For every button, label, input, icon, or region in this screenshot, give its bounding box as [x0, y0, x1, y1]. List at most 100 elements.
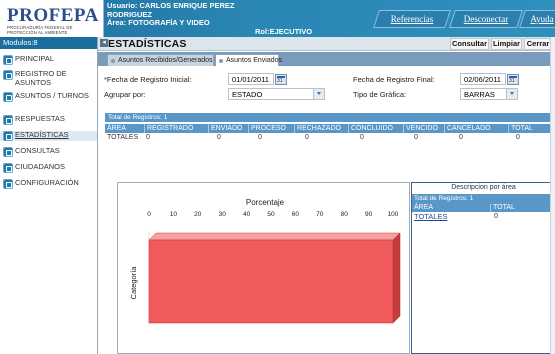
asuntos-icon [3, 92, 13, 102]
x-tick-label: 100 [388, 211, 399, 218]
fecha-inicial-label: *Fecha de Registro Inicial: [104, 75, 192, 84]
x-tick-label: 30 [219, 211, 227, 218]
scrollbar[interactable] [550, 37, 555, 354]
x-tick-label: 70 [316, 211, 324, 218]
tab-asuntos-enviados[interactable]: Asuntos Enviados [215, 54, 282, 66]
chevron-down-icon[interactable] [313, 89, 324, 99]
sidebar-item-label: CONFIGURACIÓN [15, 178, 79, 187]
x-tick-label: 40 [243, 211, 251, 218]
consultar-button[interactable]: Consultar [450, 38, 489, 50]
principal-icon [3, 55, 13, 65]
table-row: TOTALES 0 [412, 212, 555, 222]
chart-ylabel: Categoría [129, 266, 138, 300]
x-tick-label: 80 [341, 211, 349, 218]
main-content: ◂ ESTADÍSTICAS Consultar Limpiar Cerrar … [97, 37, 555, 354]
col-rechazado: RECHAZADO [294, 124, 341, 133]
sidebar-item-registro[interactable]: REGISTRO DE ASUNTOS [0, 69, 97, 87]
referencias-link[interactable]: Referencias [373, 10, 451, 28]
page-title: ESTADÍSTICAS [108, 38, 187, 50]
bar-top-face [148, 232, 401, 241]
x-tick-label: 0 [147, 211, 151, 218]
fecha-final-field[interactable]: 02/06/2011 [460, 73, 506, 85]
fecha-inicial-field[interactable]: 01/01/2011 [228, 73, 274, 85]
cell-rechazado: 0 [305, 134, 309, 141]
desconectar-label: Desconectar [463, 14, 509, 24]
cerrar-button[interactable]: Cerrar [524, 38, 552, 50]
col-registrado: REGISTRADO [144, 124, 193, 133]
sidebar-item-label: CIUDADANOS [15, 162, 66, 171]
x-tick-label: 90 [365, 211, 373, 218]
sidebar-item-configuracion[interactable]: CONFIGURACIÓN [0, 178, 97, 189]
sidebar-item-label: ESTADÍSTICAS [15, 130, 69, 139]
cell-total: 0 [516, 134, 520, 141]
sidebar-item-consultas[interactable]: CONSULTAS [0, 146, 97, 157]
cell-area: TOTALES [107, 134, 139, 141]
sidebar-item-label: REGISTRO DE ASUNTOS [15, 69, 67, 87]
tab-asuntos-recibidos[interactable]: Asuntos Recibidos/Generados [107, 54, 214, 66]
tipo-grafica-select[interactable]: BARRAS [460, 88, 518, 100]
consultas-icon [3, 147, 13, 157]
sidebar-item-label: RESPUESTAS [15, 114, 65, 123]
chevron-down-icon[interactable] [506, 89, 517, 99]
col-vencido: VENCIDO [403, 124, 438, 133]
referencias-label: Referencias [390, 14, 434, 24]
collapse-sidebar-button[interactable]: ◂ [100, 39, 108, 47]
limpiar-button[interactable]: Limpiar [491, 38, 522, 50]
bar-side-face [392, 232, 401, 324]
desconectar-link[interactable]: Desconectar [449, 10, 523, 28]
col-area: ÁREA [107, 125, 127, 132]
x-tick-label: 20 [194, 211, 202, 218]
col-cancelado: CANCELADO [444, 124, 491, 133]
tabs-strip: Asuntos Recibidos/Generados Asuntos Envi… [98, 52, 555, 66]
cell-cancelado: 0 [459, 134, 463, 141]
ayuda-link[interactable]: Ayuda [519, 10, 555, 28]
desc-col-total: TOTAL [490, 204, 515, 212]
agrupar-label: Agrupar por: [104, 90, 146, 99]
estadisticas-icon [3, 131, 13, 141]
cell-vencido: 0 [414, 134, 418, 141]
sidebar-item-ciudadanos[interactable]: CIUDADANOS [0, 162, 97, 173]
description-title: Descripcion por área [451, 184, 516, 191]
configuracion-icon [3, 179, 13, 189]
sidebar-item-asuntos[interactable]: ASUNTOS / TURNOS [0, 91, 97, 102]
table-row: TOTALES 0 0 0 0 0 0 0 0 [105, 133, 553, 143]
sidebar-item-label: ASUNTOS / TURNOS [15, 91, 89, 100]
total-registros-bar: Total de Registros: 1 [105, 113, 553, 122]
sidebar-item-estadisticas[interactable]: ESTADÍSTICAS [0, 130, 97, 141]
desc-col-area: ÁREA [414, 204, 434, 211]
profepa-logo: PROFEPA PROCURADURÍA FEDERAL DE PROTECCI… [0, 0, 104, 37]
calendar-icon[interactable] [275, 74, 287, 85]
calendar-icon[interactable] [507, 74, 519, 85]
x-tick-label: 10 [170, 211, 178, 218]
cell-concluido: 0 [360, 134, 364, 141]
filter-form: *Fecha de Registro Inicial: 01/01/2011 F… [98, 66, 555, 100]
bar [148, 239, 394, 324]
sidebar-item-label: PRINCIPAL [15, 54, 55, 63]
cell-registrado: 0 [146, 134, 150, 141]
totales-link[interactable]: TOTALES [412, 212, 447, 222]
cell-enviado: 0 [217, 134, 221, 141]
results-table-header: ÁREA REGISTRADO ENVIADO PROCESO RECHAZAD… [105, 124, 553, 133]
sidebar: Modulos:8 PRINCIPAL REGISTRO DE ASUNTOS … [0, 37, 97, 354]
tipo-grafica-label: Tipo de Gráfica: [353, 90, 407, 99]
ciudadanos-icon [3, 163, 13, 173]
tipo-grafica-value: BARRAS [464, 90, 495, 99]
chart-title: Porcentaje [246, 198, 285, 207]
description-total: Total de Registros: 1 [412, 194, 555, 204]
user-area: Área: FOTOGRAFÍA Y VIDEO [107, 18, 210, 28]
user-info: Usuario: CARLOS ENRIQUE PEREZ RODRIGUEZ … [107, 1, 235, 28]
col-concluido: CONCLUIDO [348, 124, 393, 133]
x-tick-label: 50 [267, 211, 275, 218]
agrupar-select[interactable]: ESTADO [228, 88, 325, 100]
ayuda-label: Ayuda [530, 14, 554, 24]
logo-subtitle-line2: PROTECCIÓN AL AMBIENTE [7, 30, 68, 35]
sidebar-item-respuestas[interactable]: RESPUESTAS [0, 114, 97, 125]
chart-panel: Porcentaje 0 10 20 30 40 50 60 70 80 90 100 Catego… [117, 182, 410, 354]
sidebar-item-principal[interactable]: PRINCIPAL [0, 54, 97, 65]
x-tick-label: 60 [292, 211, 300, 218]
top-header: PROFEPA PROCURADURÍA FEDERAL DE PROTECCI… [0, 0, 555, 37]
description-table-header: ÁREA TOTAL [412, 204, 555, 212]
sidebar-item-label: CONSULTAS [15, 146, 60, 155]
modules-count: Modulos:8 [0, 37, 97, 49]
fecha-final-label: Fecha de Registro Final: [353, 75, 435, 84]
